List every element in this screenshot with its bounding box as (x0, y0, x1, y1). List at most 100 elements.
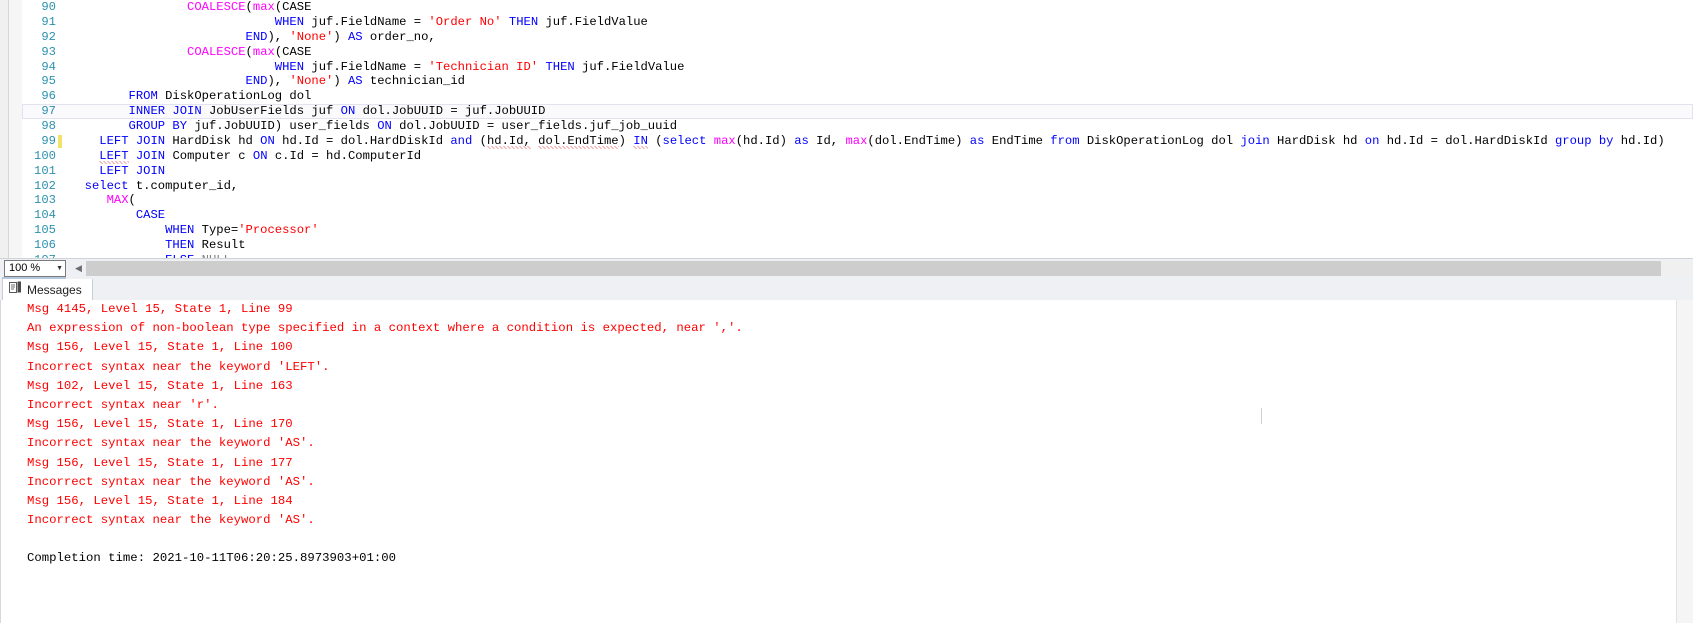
code-token: Type= (194, 223, 239, 238)
line-number: 102 (34, 178, 56, 193)
code-token: Computer c (165, 148, 253, 163)
code-line[interactable]: 93 COALESCE(max(CASE (22, 45, 1693, 60)
code-token: max (252, 0, 275, 14)
code-token: t.computer_id, (128, 178, 239, 193)
code-line[interactable]: 105 WHEN Type='Processor' (22, 223, 1693, 238)
code-token: Id, (808, 133, 846, 148)
code-token: CASE (135, 208, 166, 223)
code-token: as (794, 133, 809, 148)
editor-horizontal-scrollbar[interactable] (86, 260, 1693, 276)
code-token: 'Technician ID' (428, 59, 539, 74)
code-token: 'None' (289, 74, 334, 89)
code-line[interactable]: 95 END), 'None') AS technician_id (22, 74, 1693, 89)
code-token: AS (347, 29, 363, 44)
code-line[interactable]: 92 END), 'None') AS order_no, (22, 30, 1693, 45)
hscroll-left-arrow-icon[interactable]: ◀ (71, 260, 86, 276)
code-token: JOIN (135, 148, 166, 163)
error-message-line: Incorrect syntax near the keyword 'LEFT'… (27, 359, 330, 374)
line-change-marker (58, 134, 62, 148)
code-error-squiggle: hd.Id, (486, 133, 531, 149)
code-line[interactable]: 97 INNER JOIN JobUserFields juf ON dol.J… (22, 104, 1693, 119)
tab-messages[interactable]: Messages (2, 279, 93, 300)
code-line[interactable]: 106 THEN Result (22, 238, 1693, 253)
code-line[interactable]: 103 MAX( (22, 193, 1693, 208)
code-token: INNER JOIN (128, 104, 202, 119)
code-token: THEN (165, 238, 195, 252)
code-line[interactable]: 104 CASE (22, 208, 1693, 223)
line-number: 90 (41, 0, 56, 14)
code-token: WHEN (165, 223, 195, 238)
code-token: max (252, 44, 275, 59)
code-error-squiggle: IN (633, 133, 648, 149)
code-token: 'None' (289, 29, 334, 44)
messages-output[interactable]: Msg 4145, Level 15, State 1, Line 99 An e… (0, 300, 1678, 623)
code-token: AS (347, 74, 363, 89)
code-token: ) (333, 74, 348, 89)
code-token: juf.FieldValue (538, 14, 648, 29)
line-number: 105 (34, 223, 56, 238)
hscroll-thumb[interactable] (86, 260, 1661, 276)
code-token: max (713, 133, 736, 148)
code-line[interactable]: 99 LEFT JOIN HardDisk hd ON hd.Id = dol.… (22, 133, 1693, 149)
code-token: dol.JobUUID = user_fields.juf_job_uuid (391, 119, 678, 133)
code-line[interactable]: 101 LEFT JOIN (22, 164, 1693, 179)
code-line[interactable]: 96 FROM DiskOperationLog dol (22, 89, 1693, 104)
results-vertical-scrollbar[interactable] (1676, 300, 1693, 623)
code-token: juf.FieldName = (304, 14, 429, 29)
chevron-down-icon[interactable]: ▼ (56, 265, 63, 272)
line-number: 100 (34, 148, 56, 163)
code-token: juf.JobUUID) user_fields (187, 119, 378, 133)
code-token: (CASE (274, 0, 312, 14)
zoom-level-value: 100 % (9, 262, 41, 274)
sql-code-text[interactable]: 90 COALESCE(max(CASE 91 WHEN juf.FieldNam… (22, 0, 1693, 262)
messages-caret (1261, 408, 1262, 424)
code-line[interactable]: 91 WHEN juf.FieldName = 'Order No' THEN … (22, 15, 1693, 30)
line-number: 93 (41, 44, 56, 59)
code-line[interactable]: 102 select t.computer_id, (22, 179, 1693, 194)
code-token: END (245, 29, 268, 44)
code-token: on (1364, 133, 1380, 148)
code-token: and (450, 133, 473, 148)
code-token: select (662, 133, 707, 148)
code-token: DiskOperationLog dol (1079, 133, 1241, 148)
code-token: END (245, 74, 268, 89)
code-token: 'Order No' (428, 14, 502, 29)
code-token: ( (647, 133, 663, 148)
code-token: THEN (508, 14, 539, 29)
code-line[interactable]: 100 LEFT JOIN Computer c ON c.Id = hd.Co… (22, 148, 1693, 164)
code-token: EndTime (984, 133, 1051, 148)
editor-status-bar: 100 % ▼ ◀ (0, 258, 1693, 277)
code-line[interactable]: 90 COALESCE(max(CASE (22, 0, 1693, 15)
code-token: hd.Id = dol.HardDiskId (274, 133, 451, 148)
zoom-level-combobox[interactable]: 100 % ▼ (4, 259, 66, 277)
sql-editor-pane[interactable]: 90 COALESCE(max(CASE 91 WHEN juf.FieldNam… (0, 0, 1693, 262)
code-token: ) (333, 29, 348, 44)
error-message-line: Incorrect syntax near the keyword 'AS'. (27, 474, 315, 489)
code-line[interactable]: 94 WHEN juf.FieldName = 'Technician ID' … (22, 60, 1693, 75)
code-token: DiskOperationLog dol (157, 89, 312, 104)
code-token: dol.JobUUID = juf.JobUUID (355, 104, 546, 119)
tab-messages-label: Messages (27, 282, 82, 297)
code-token: group by (1554, 133, 1614, 148)
error-message-line: Msg 156, Level 15, State 1, Line 100 (27, 340, 293, 355)
code-line[interactable]: 98 GROUP BY juf.JobUUID) user_fields ON … (22, 119, 1693, 134)
editor-indicator-margin (9, 0, 22, 262)
code-token: (CASE (274, 44, 312, 59)
code-token: (dol.EndTime) (867, 133, 970, 148)
code-token: GROUP BY (128, 119, 188, 133)
error-message-line: Incorrect syntax near the keyword 'AS'. (27, 513, 315, 528)
editor-selection-margin (0, 0, 9, 262)
code-token: ) (618, 133, 634, 148)
line-number: 104 (34, 208, 56, 223)
